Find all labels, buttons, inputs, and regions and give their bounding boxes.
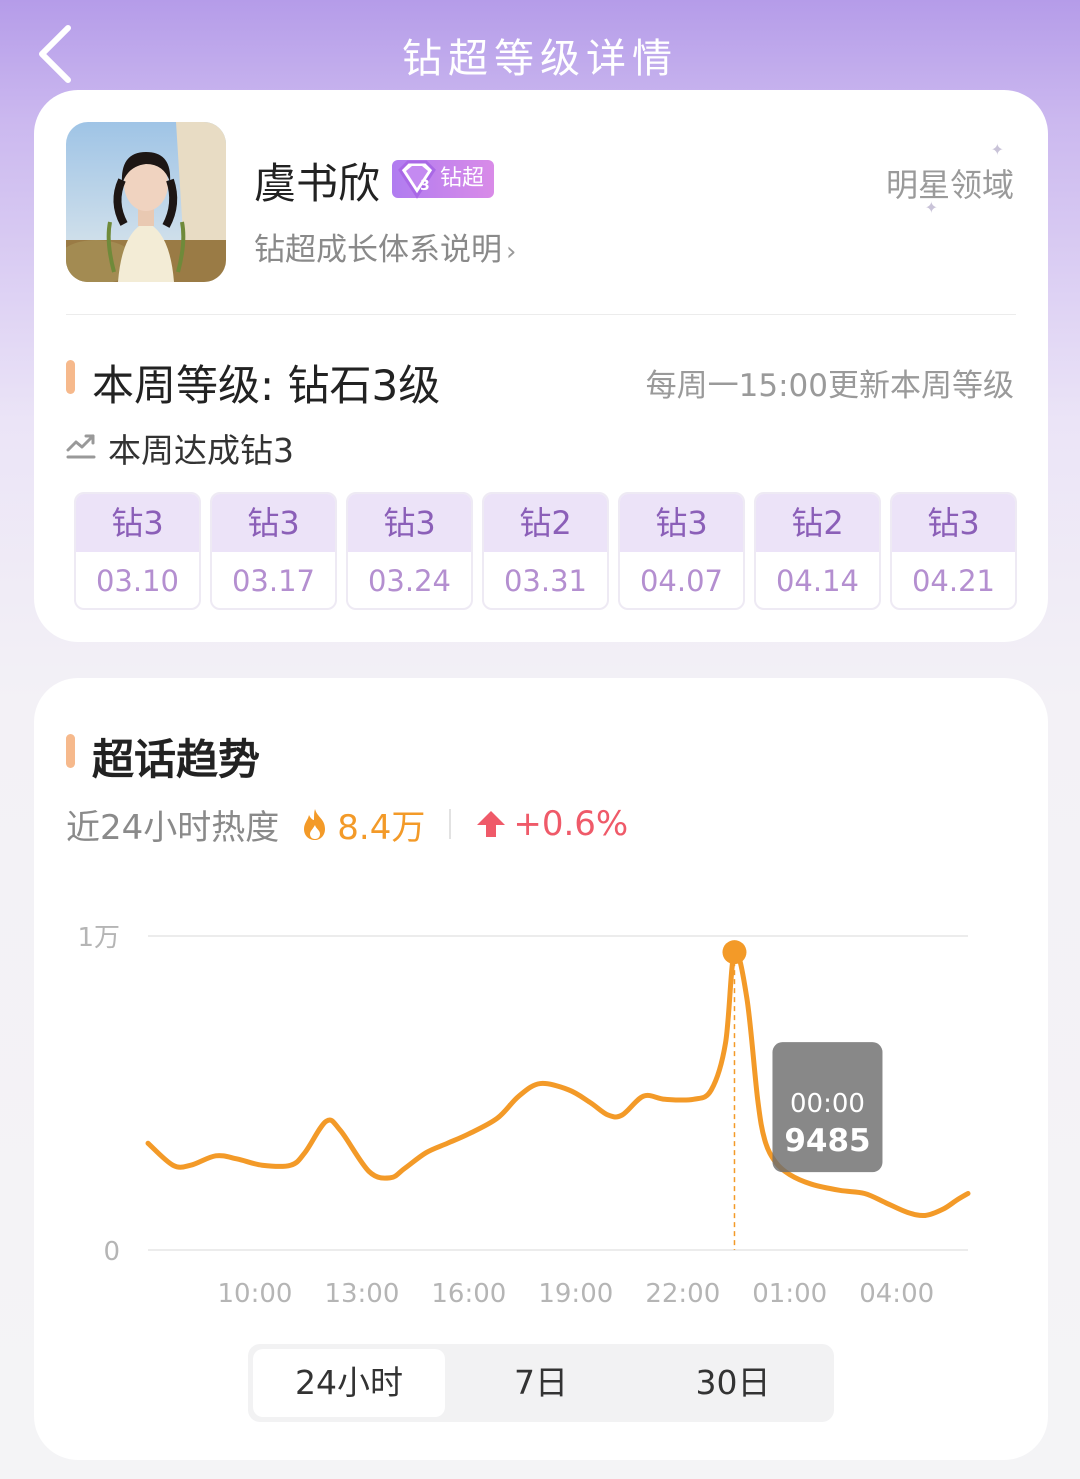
weekly-level-title: 本周等级: 钻石3级 bbox=[92, 361, 441, 410]
week-level: 钻3 bbox=[212, 494, 335, 552]
x-tick-label: 01:00 bbox=[752, 1279, 827, 1308]
week-item: 钻2 04.14 bbox=[754, 492, 881, 610]
heat-label: 近24小时热度 bbox=[66, 807, 280, 848]
y-tick-label: 0 bbox=[103, 1237, 120, 1267]
tooltip-value: 9485 bbox=[784, 1123, 870, 1159]
week-level: 钻3 bbox=[76, 494, 199, 552]
week-date: 04.07 bbox=[639, 564, 724, 598]
week-item: 钻3 04.21 bbox=[890, 492, 1017, 610]
week-item: 钻3 03.17 bbox=[210, 492, 337, 610]
fire-icon bbox=[304, 809, 326, 840]
x-tick-label: 13:00 bbox=[324, 1279, 399, 1308]
section-marker bbox=[66, 734, 75, 768]
week-date: 03.17 bbox=[231, 564, 316, 598]
x-tick-label: 10:00 bbox=[217, 1279, 292, 1308]
update-note: 每周一15:00更新本周等级 bbox=[645, 368, 1014, 404]
trend-card: 超话趋势 近24小时热度 8.4万 +0.6% 0 1万 10:00 13:00 16:… bbox=[34, 678, 1048, 1460]
weekly-level-list: 钻3 03.10 钻3 03.17 钻3 03.24 钻2 03.31 钻3 04.07 … bbox=[74, 492, 1017, 610]
domain-tag[interactable]: 明星领域 bbox=[886, 160, 1014, 206]
week-date: 04.14 bbox=[775, 564, 860, 598]
divider bbox=[66, 314, 1016, 315]
x-tick-label: 22:00 bbox=[645, 1279, 720, 1308]
tab-30d[interactable]: 30日 bbox=[637, 1349, 829, 1417]
tab-24h[interactable]: 24小时 bbox=[253, 1349, 445, 1417]
arrow-up-icon bbox=[477, 811, 506, 837]
week-item: 钻3 03.10 bbox=[74, 492, 201, 610]
highlight-point bbox=[722, 940, 747, 965]
x-tick-label: 19:00 bbox=[538, 1279, 613, 1308]
star-name: 虞书欣 bbox=[254, 159, 381, 208]
avatar[interactable] bbox=[66, 122, 226, 282]
section-marker bbox=[66, 360, 75, 394]
achieved-text: 本周达成钻3 bbox=[108, 431, 294, 470]
week-date: 03.24 bbox=[367, 564, 452, 598]
badge-label: 钻超 bbox=[440, 166, 485, 191]
svg-text:3: 3 bbox=[420, 178, 430, 194]
week-level: 钻2 bbox=[756, 494, 879, 552]
level-card: 虞书欣 3 钻超 钻超成长体系说明 › ✦ ✦ 明星领域 本周等级: 钻石3级 每… bbox=[34, 90, 1048, 642]
week-level: 钻3 bbox=[348, 494, 471, 552]
tooltip-time: 00:00 bbox=[790, 1089, 865, 1119]
week-level: 钻3 bbox=[620, 494, 743, 552]
x-tick-label: 04:00 bbox=[859, 1279, 934, 1308]
heat-summary: 近24小时热度 8.4万 +0.6% bbox=[66, 802, 629, 848]
sparkle-icon: ✦ bbox=[990, 140, 1004, 159]
tab-7d[interactable]: 7日 bbox=[445, 1349, 637, 1417]
chevron-right-icon: › bbox=[506, 237, 517, 267]
week-date: 04.21 bbox=[911, 564, 996, 598]
diamond-gem-icon: 3 bbox=[398, 160, 436, 199]
week-item: 钻2 03.31 bbox=[482, 492, 609, 610]
x-tick-label: 16:00 bbox=[431, 1279, 506, 1308]
trend-title: 超话趋势 bbox=[92, 735, 261, 784]
heat-value: 8.4万 bbox=[337, 807, 426, 848]
week-item: 钻3 04.07 bbox=[618, 492, 745, 610]
page-title: 钻超等级详情 bbox=[402, 36, 678, 82]
trend-up-icon bbox=[66, 434, 96, 459]
growth-link-label: 钻超成长体系说明 bbox=[254, 232, 502, 268]
week-level: 钻3 bbox=[892, 494, 1015, 552]
heat-change: +0.6% bbox=[513, 804, 629, 844]
week-date: 03.31 bbox=[503, 564, 588, 598]
diamond-super-badge: 3 钻超 bbox=[392, 160, 495, 199]
week-level: 钻2 bbox=[484, 494, 607, 552]
week-item: 钻3 03.24 bbox=[346, 492, 473, 610]
week-date: 03.10 bbox=[95, 564, 180, 598]
range-tabs: 24小时 7日 30日 bbox=[248, 1344, 834, 1422]
growth-system-link[interactable]: 钻超成长体系说明 › bbox=[254, 224, 516, 269]
trend-chart[interactable]: 0 1万 10:00 13:00 16:00 19:00 22:00 01:00 04:00 00… bbox=[34, 888, 1048, 1308]
separator bbox=[449, 809, 452, 839]
y-tick-label: 1万 bbox=[77, 923, 120, 953]
